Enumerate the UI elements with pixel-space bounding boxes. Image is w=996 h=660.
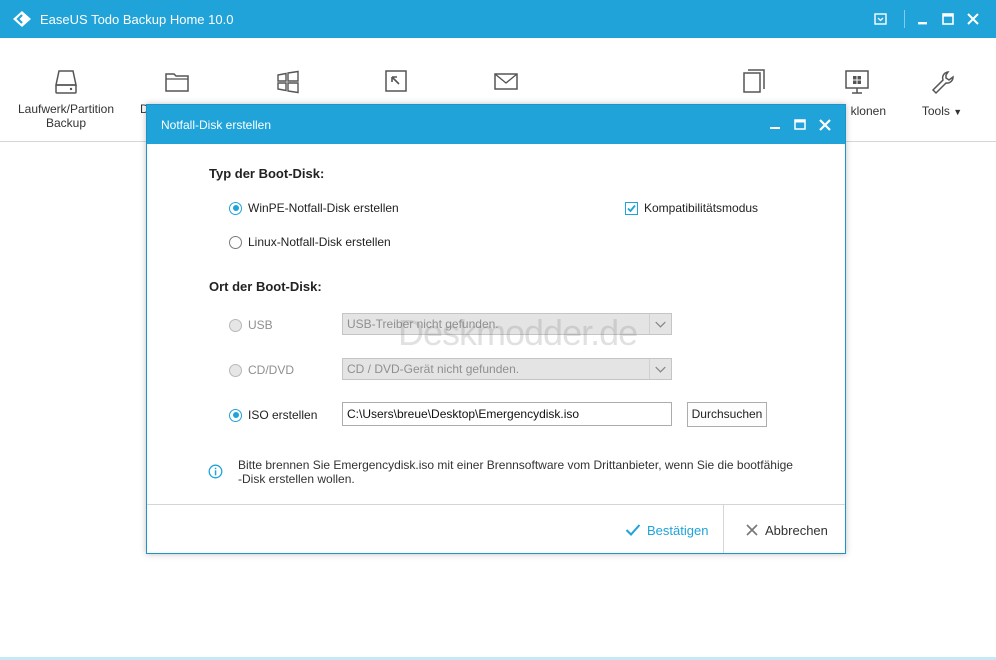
tools-label-row: Tools ▼ xyxy=(912,104,972,119)
dialog-minimize-icon[interactable] xyxy=(765,115,785,135)
app-title: EaseUS Todo Backup Home 10.0 xyxy=(40,12,234,27)
app-titlebar: EaseUS Todo Backup Home 10.0 xyxy=(0,0,996,38)
smart-backup-button[interactable] xyxy=(372,68,420,102)
info-message: Bitte brennen Sie Emergencydisk.iso mit … xyxy=(238,458,793,486)
winpe-radio[interactable] xyxy=(229,201,242,215)
emergency-disk-dialog: Notfall-Disk erstellen Typ der Boot-Disk… xyxy=(146,104,846,554)
dialog-title: Notfall-Disk erstellen xyxy=(161,118,272,132)
boot-disk-type-title: Typ der Boot-Disk: xyxy=(209,166,325,181)
chevron-down-icon xyxy=(649,314,666,334)
mail-icon xyxy=(494,73,518,90)
caret-down-icon: ▼ xyxy=(953,107,963,117)
browse-button[interactable]: Durchsuchen xyxy=(687,402,767,427)
usb-label: USB xyxy=(248,318,273,332)
usb-option: USB xyxy=(229,316,273,334)
usb-drive-select: USB-Treiber nicht gefunden. xyxy=(342,313,672,335)
copy-icon xyxy=(743,69,765,93)
chevron-down-icon xyxy=(649,359,666,379)
cd-dvd-drive-value: CD / DVD-Gerät nicht gefunden. xyxy=(347,362,520,376)
hard-drive-icon xyxy=(55,70,77,94)
footer-divider xyxy=(147,504,845,505)
usb-drive-value: USB-Treiber nicht gefunden. xyxy=(347,317,499,331)
folder-icon xyxy=(165,73,189,92)
usb-radio xyxy=(229,318,242,332)
disk-partition-backup-button[interactable]: Laufwerk/Partition Backup xyxy=(14,68,118,130)
tools-label: Tools xyxy=(921,104,950,118)
cd-dvd-radio xyxy=(229,363,242,377)
disk-backup-label-1: Laufwerk/Partition xyxy=(17,102,115,116)
windows-monitor-icon xyxy=(845,70,869,94)
dialog-maximize-icon[interactable] xyxy=(790,115,810,135)
easeus-logo-icon xyxy=(13,11,31,27)
footer-button-separator xyxy=(723,505,724,553)
winpe-option[interactable]: WinPE-Notfall-Disk erstellen xyxy=(229,199,399,217)
dialog-close-icon[interactable] xyxy=(815,115,835,135)
compat-mode-checkbox[interactable] xyxy=(625,201,638,215)
dialog-titlebar: Notfall-Disk erstellen xyxy=(147,105,845,144)
iso-radio[interactable] xyxy=(229,408,242,422)
iso-path-input[interactable] xyxy=(342,402,672,426)
linux-radio[interactable] xyxy=(229,235,242,249)
checkmark-icon xyxy=(625,524,641,536)
cd-dvd-option: CD/DVD xyxy=(229,361,294,379)
mail-backup-button[interactable] xyxy=(482,68,530,102)
tools-menu-button[interactable]: Tools ▼ xyxy=(912,68,972,119)
compat-mode-option[interactable]: Kompatibilitätsmodus xyxy=(625,199,758,217)
system-backup-button[interactable] xyxy=(264,68,312,102)
close-icon[interactable] xyxy=(962,9,984,29)
info-icon xyxy=(208,464,223,479)
cd-dvd-drive-select: CD / DVD-Gerät nicht gefunden. xyxy=(342,358,672,380)
cancel-label: Abbrechen xyxy=(765,522,828,538)
winpe-label: WinPE-Notfall-Disk erstellen xyxy=(248,201,399,215)
checkmark-icon xyxy=(627,204,636,212)
cd-dvd-label: CD/DVD xyxy=(248,363,295,377)
windows-grid-icon xyxy=(277,70,299,94)
cancel-x-icon xyxy=(746,524,758,536)
titlebar-separator xyxy=(904,10,905,28)
confirm-button[interactable]: Bestätigen xyxy=(625,520,708,540)
cancel-button[interactable]: Abbrechen xyxy=(745,520,828,540)
disk-backup-label-2: Backup xyxy=(45,116,87,130)
linux-label: Linux-Notfall-Disk erstellen xyxy=(248,235,391,249)
maximize-icon[interactable] xyxy=(937,9,959,29)
linux-option[interactable]: Linux-Notfall-Disk erstellen xyxy=(229,233,391,251)
message-icon[interactable] xyxy=(869,9,891,29)
compat-mode-label: Kompatibilitätsmodus xyxy=(644,201,759,215)
minimize-icon[interactable] xyxy=(912,9,934,29)
iso-label: ISO erstellen xyxy=(248,408,318,422)
iso-option[interactable]: ISO erstellen xyxy=(229,406,317,424)
boot-disk-location-title: Ort der Boot-Disk: xyxy=(209,279,322,294)
clone-button[interactable] xyxy=(730,68,778,104)
arrow-square-icon xyxy=(385,70,407,92)
wrench-icon xyxy=(931,71,954,95)
confirm-label: Bestätigen xyxy=(647,522,709,538)
